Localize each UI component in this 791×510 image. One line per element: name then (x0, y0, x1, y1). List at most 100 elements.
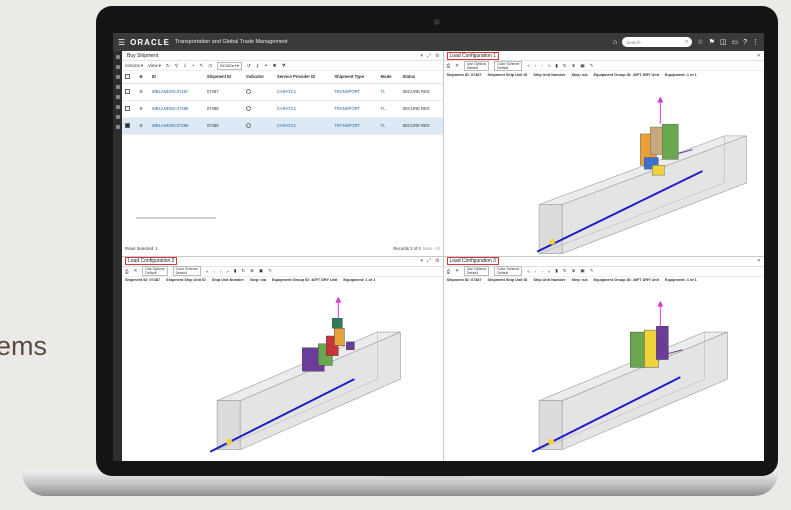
chart-icon[interactable]: ▮ (234, 268, 236, 274)
close-icon[interactable]: ✕ (757, 258, 761, 264)
close-icon[interactable]: ✕ (757, 53, 761, 59)
expand-icon[interactable]: ⤢ (427, 53, 431, 59)
help-icon[interactable]: ? (743, 39, 747, 46)
rotate-icon[interactable]: ↻ (563, 63, 567, 69)
col-header-provider[interactable]: Service Provider ID (273, 71, 332, 84)
prev-icon[interactable]: ‹ (535, 63, 537, 68)
color-scheme-select[interactable]: Color Scheme Default (494, 266, 523, 276)
tools-icon[interactable]: ✕ (455, 268, 459, 274)
rail-item-5[interactable] (115, 95, 120, 99)
rail-item-3[interactable] (115, 75, 120, 79)
favorites-icon[interactable]: ☆ (697, 38, 703, 46)
next-icon[interactable]: › (541, 269, 543, 274)
prev-icon[interactable]: ‹ (213, 269, 215, 274)
cell-provider[interactable]: CARATC1 (273, 83, 332, 101)
query-select[interactable]: BC000ef ▾ (217, 61, 242, 70)
link-icon[interactable]: ⚭ (264, 63, 268, 69)
key-icon[interactable]: ⚷ (256, 63, 259, 69)
save-icon[interactable]: ▣ (580, 63, 584, 69)
home-icon[interactable]: ⌂ (613, 39, 617, 46)
rail-item-7[interactable] (115, 115, 120, 119)
undo-icon[interactable]: ↺ (247, 63, 251, 69)
col-header-type[interactable]: Shipment Type (331, 71, 378, 84)
cell-mode[interactable]: TL (377, 100, 400, 118)
rail-item-1[interactable] (115, 55, 120, 59)
chat-icon[interactable]: ▭ (731, 38, 738, 46)
next-icon[interactable]: › (220, 269, 222, 274)
wrench-icon[interactable]: ✎ (268, 268, 272, 274)
wrench-icon[interactable]: ✎ (590, 268, 594, 274)
first-icon[interactable]: « (527, 269, 530, 274)
table-row[interactable]: ⚙ WBLANDSN.07489 07489 CARATC1 TRANSPORT… (122, 117, 443, 135)
color-scheme-select[interactable]: Color Scheme Default (494, 60, 523, 71)
actions-menu[interactable]: Actions ▾ (125, 63, 143, 69)
settings-icon[interactable]: ⚙ (435, 258, 439, 264)
row-checkbox[interactable] (125, 122, 130, 128)
more-link[interactable]: More (423, 246, 433, 251)
zoom-icon[interactable]: ⊕ (572, 268, 576, 274)
table-row[interactable]: ⚙ WBLANDSN.07488 07488 CARATC1 TRANSPORT… (122, 100, 443, 118)
more-icon[interactable]: ⋮ (752, 38, 759, 46)
cell-id[interactable]: WBLANDSN.07489 (148, 117, 204, 135)
col-header-shipment-id[interactable]: Shipment ID (203, 71, 244, 84)
rail-item-6[interactable] (115, 105, 120, 109)
expand-icon[interactable]: ⤢ (427, 258, 431, 264)
cell-id[interactable]: WBLANDSN.07487 (148, 83, 204, 101)
tools-icon[interactable]: ✕ (455, 63, 459, 69)
print-icon[interactable]: ⎙ (125, 269, 129, 274)
select-all-checkbox[interactable] (125, 73, 130, 79)
cell-mode[interactable]: TL (377, 117, 400, 135)
rail-item-2[interactable] (115, 65, 120, 69)
view-menu[interactable]: View ▾ (148, 63, 161, 69)
zoom-icon[interactable]: ⊕ (572, 63, 576, 69)
load-3d-viewer[interactable] (444, 79, 765, 256)
export-icon[interactable]: ⇩ (183, 63, 187, 69)
cell-provider[interactable]: CARATC1 (273, 100, 332, 118)
add-icon[interactable]: + (192, 63, 195, 68)
first-icon[interactable]: « (527, 63, 530, 68)
cell-id[interactable]: WBLANDSN.07488 (148, 100, 204, 118)
col-header-status[interactable]: Status (399, 71, 443, 84)
load-3d-viewer[interactable] (122, 285, 443, 462)
next-icon[interactable]: › (541, 63, 543, 68)
use-options-select[interactable]: Use Options Default (463, 266, 490, 276)
cell-type[interactable]: TRANSPORT (331, 117, 378, 135)
row-checkbox[interactable] (125, 105, 130, 111)
print-icon[interactable]: ⎙ (447, 63, 451, 68)
all-link[interactable]: All (435, 246, 440, 251)
prev-icon[interactable]: ‹ (535, 269, 537, 274)
save-icon[interactable]: ▣ (580, 268, 584, 274)
last-icon[interactable]: » (548, 269, 551, 274)
zoom-icon[interactable]: ⊕ (250, 268, 254, 274)
color-scheme-select[interactable]: Color Scheme Default (172, 266, 201, 276)
chart-icon[interactable]: ▮ (555, 63, 557, 69)
col-header-indicator[interactable]: Indicator (243, 71, 274, 84)
use-options-select[interactable]: Use Options Default (142, 266, 168, 276)
rail-item-4[interactable] (115, 85, 120, 89)
flag-icon[interactable]: ⚑ (709, 38, 715, 46)
collapse-icon[interactable]: ▾ (420, 258, 423, 264)
print-icon[interactable]: ⎙ (447, 269, 451, 274)
rotate-icon[interactable]: ↻ (241, 268, 245, 274)
edit-icon[interactable]: ✎ (199, 63, 203, 69)
star-icon[interactable]: ✱ (273, 63, 277, 69)
save-icon[interactable]: ▣ (259, 268, 263, 274)
load-3d-viewer[interactable] (444, 285, 765, 462)
table-row[interactable]: ⚙ WBLANDSN.07487 07487 CARATC1 TRANSPORT… (122, 83, 443, 101)
cell-type[interactable]: TRANSPORT (331, 83, 378, 101)
first-icon[interactable]: « (206, 269, 209, 274)
row-action-icon[interactable]: ⚙ (136, 100, 149, 118)
collapse-icon[interactable]: ▾ (420, 53, 423, 59)
col-header-id[interactable]: ID (148, 71, 204, 84)
rotate-icon[interactable]: ↻ (563, 268, 567, 274)
clock-icon[interactable]: ◷ (208, 63, 212, 69)
menu-icon[interactable]: ☰ (118, 38, 125, 47)
horizontal-scrollbar[interactable] (136, 217, 216, 219)
last-icon[interactable]: » (226, 269, 229, 274)
use-options-select[interactable]: Use Options Default (463, 60, 490, 71)
cell-type[interactable]: TRANSPORT (331, 100, 378, 118)
refresh-icon[interactable]: ↻ (166, 63, 170, 69)
row-action-icon[interactable]: ⚙ (136, 117, 149, 135)
tools-icon[interactable]: ✕ (134, 268, 138, 274)
notification-icon[interactable]: ◫ (720, 38, 727, 46)
